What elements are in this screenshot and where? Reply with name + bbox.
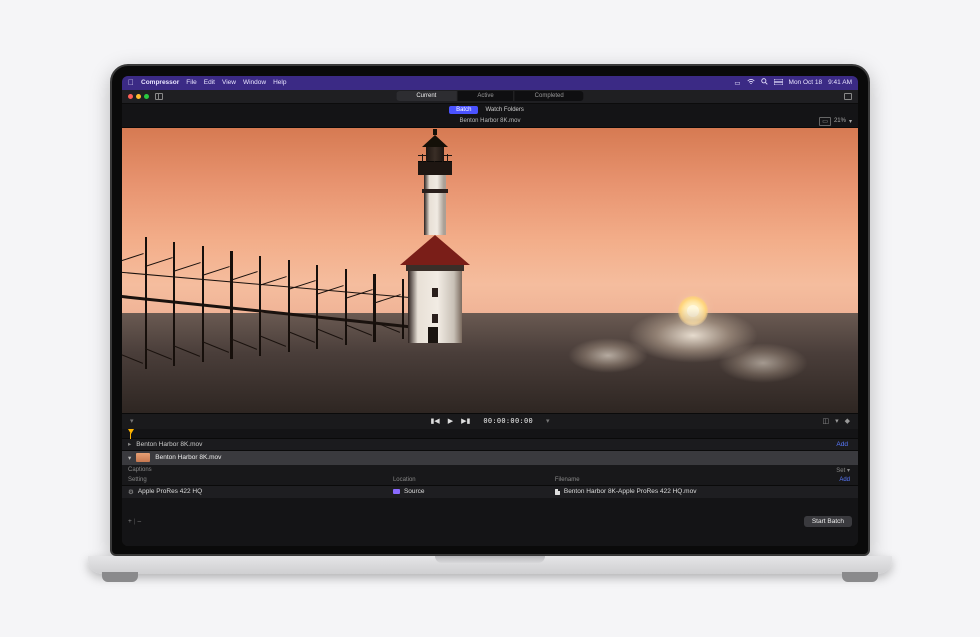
clip-name: Benton Harbor 8K.mov — [155, 454, 221, 461]
footer-bar: + | – Start Batch — [122, 498, 858, 546]
wifi-icon[interactable] — [747, 79, 755, 87]
zoom-control[interactable]: ▭ 21% ▾ — [819, 117, 852, 126]
marker-icon[interactable]: ◆ — [845, 417, 850, 425]
screen-bezel:  Compressor File Edit View Window Help … — [110, 64, 870, 556]
chevron-down-icon[interactable]: ▾ — [849, 118, 852, 125]
play-button[interactable]: ▶ — [448, 417, 453, 425]
tab-active[interactable]: Active — [457, 91, 514, 101]
window-controls — [128, 94, 149, 99]
inspector-toggle-icon[interactable] — [844, 93, 852, 100]
col-location: Location — [387, 477, 549, 483]
preview-filename: Benton Harbor 8K.mov — [459, 118, 520, 124]
fit-icon[interactable]: ▭ — [819, 117, 831, 126]
prev-frame-button[interactable]: ▮◀ — [430, 417, 439, 425]
sidebar-toggle-icon[interactable] — [155, 93, 163, 100]
preview-content — [400, 133, 470, 343]
loop-chevron-icon[interactable]: ▾ — [835, 417, 839, 425]
captions-label: Captions — [128, 467, 152, 473]
battery-icon[interactable]: ▭ — [734, 79, 740, 87]
minimize-window-button[interactable] — [136, 94, 141, 99]
close-window-button[interactable] — [128, 94, 133, 99]
timecode-chevron-icon[interactable]: ▾ — [546, 417, 550, 425]
menu-view[interactable]: View — [222, 79, 236, 86]
captions-row: Captions Set ▾ — [122, 465, 858, 476]
job-row[interactable]: ▾ Benton Harbor 8K.mov — [122, 451, 858, 465]
playback-bar: ▾ ▮◀ ▶ ▶▮ 00:00:00:00 ▾ ◫ ▾ ◆ — [122, 413, 858, 429]
menu-file[interactable]: File — [186, 79, 196, 86]
mark-in-icon[interactable]: ▾ — [130, 417, 134, 425]
app-name[interactable]: Compressor — [141, 79, 179, 86]
setting-name: Apple ProRes 422 HQ — [138, 488, 202, 495]
preview-title-row: Benton Harbor 8K.mov ▭ 21% ▾ — [122, 116, 858, 128]
screen:  Compressor File Edit View Window Help … — [122, 76, 858, 546]
col-add-link[interactable]: Add — [839, 477, 858, 483]
laptop-base — [88, 556, 892, 574]
macbook-pro:  Compressor File Edit View Window Help … — [110, 64, 870, 574]
start-batch-button[interactable]: Start Batch — [804, 516, 852, 527]
menu-window[interactable]: Window — [243, 79, 266, 86]
col-setting: Setting — [122, 477, 387, 483]
fullscreen-window-button[interactable] — [144, 94, 149, 99]
subtab-batch[interactable]: Batch — [449, 106, 478, 114]
view-segmented-control: Current Active Completed — [396, 91, 583, 101]
menu-help[interactable]: Help — [273, 79, 286, 86]
disclosure-triangle-icon[interactable]: ▸ — [128, 440, 131, 448]
col-filename: Filename — [549, 477, 839, 483]
zoom-value: 21% — [834, 118, 846, 124]
disclosure-down-icon[interactable]: ▾ — [128, 454, 131, 462]
control-center-icon[interactable] — [774, 79, 783, 87]
job-title: Benton Harbor 8K.mov — [136, 441, 202, 448]
menubar:  Compressor File Edit View Window Help … — [122, 76, 858, 90]
clip-thumbnail — [136, 453, 150, 462]
tab-completed[interactable]: Completed — [515, 91, 584, 101]
subtab-watch-folders[interactable]: Watch Folders — [478, 106, 530, 114]
playhead-icon[interactable] — [128, 429, 134, 434]
columns-header: Setting Location Filename Add — [122, 476, 858, 486]
job-add-link[interactable]: Add — [836, 441, 848, 448]
toolbar: Current Active Completed — [122, 90, 858, 104]
location-name: Source — [404, 488, 425, 495]
subtabs: Batch Watch Folders — [122, 104, 858, 116]
tab-current[interactable]: Current — [396, 91, 457, 101]
menubar-time[interactable]: 9:41 AM — [828, 79, 852, 86]
add-button[interactable]: + — [128, 518, 132, 525]
apple-logo-icon[interactable]:  — [128, 78, 134, 87]
remove-button[interactable]: – — [138, 518, 142, 525]
gear-icon: ⚙ — [128, 488, 134, 496]
output-filename: Benton Harbor 8K-Apple ProRes 422 HQ.mov — [564, 488, 697, 495]
timecode[interactable]: 00:00:00:00 — [478, 416, 538, 426]
job-header: ▸ Benton Harbor 8K.mov Add — [122, 439, 858, 451]
menu-edit[interactable]: Edit — [204, 79, 215, 86]
timeline[interactable] — [122, 429, 858, 439]
compare-icon[interactable]: ◫ — [822, 417, 829, 425]
document-icon — [555, 489, 560, 495]
next-frame-button[interactable]: ▶▮ — [461, 417, 470, 425]
folder-icon — [393, 489, 400, 494]
menubar-date[interactable]: Mon Oct 18 — [789, 79, 823, 86]
setting-row[interactable]: ⚙ Apple ProRes 422 HQ Source Benton Harb… — [122, 486, 858, 498]
captions-set-button[interactable]: Set ▾ — [836, 467, 850, 474]
video-preview[interactable] — [122, 128, 858, 413]
search-icon[interactable] — [761, 78, 768, 87]
